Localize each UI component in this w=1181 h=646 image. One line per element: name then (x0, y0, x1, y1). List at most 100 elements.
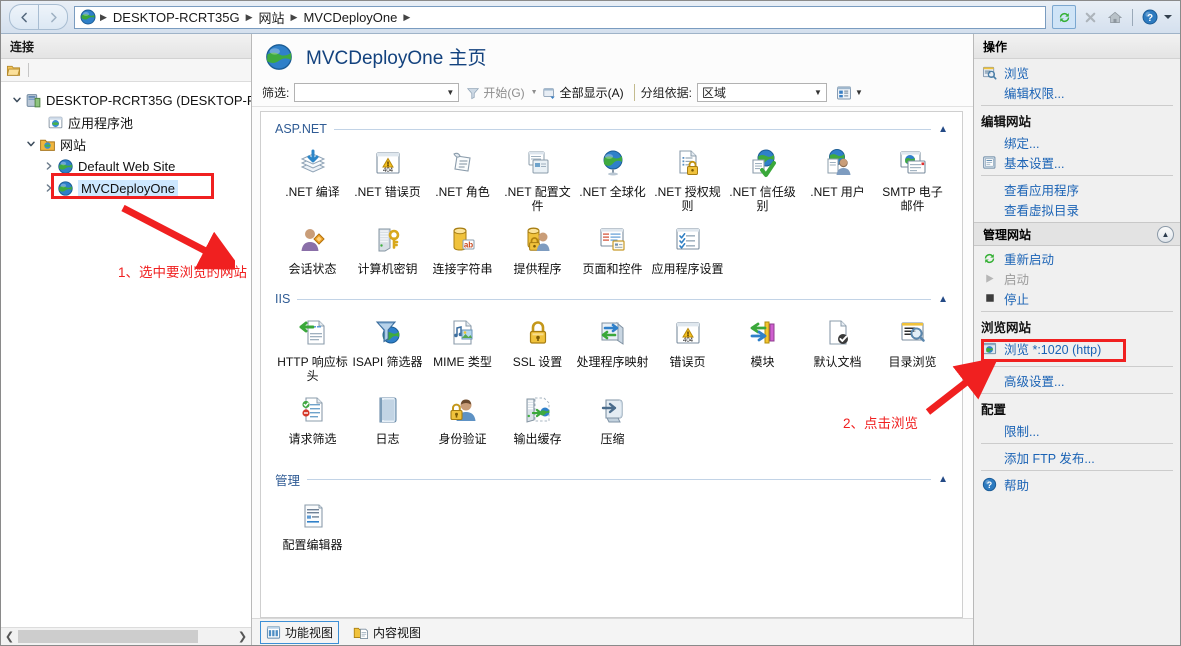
action-browse-site-binding[interactable]: 浏览 *:1020 (http) (974, 338, 1180, 358)
feature-pages-controls[interactable]: 页面和控件 (575, 219, 650, 282)
help-dropdown-arrow[interactable] (1164, 15, 1172, 19)
feature-net-trust-levels[interactable]: .NET 信任级别 (725, 142, 800, 219)
action-basic-settings[interactable]: 基本设置... (974, 152, 1180, 172)
help-button[interactable]: ? (1139, 6, 1161, 28)
feature-net-profile[interactable]: .NET 配置文件 (500, 142, 575, 219)
feature-net-compile[interactable]: .NET 编译 (275, 142, 350, 219)
show-all-icon (543, 87, 555, 99)
feature-label: SSL 设置 (512, 355, 563, 369)
refresh-button[interactable] (1052, 5, 1076, 29)
action-bindings[interactable]: 绑定... (974, 132, 1180, 152)
action-restart[interactable]: 重新启动 (974, 248, 1180, 268)
action-advanced-settings[interactable]: 高级设置... (974, 370, 1180, 390)
collapse-icon[interactable]: ▲ (938, 124, 950, 135)
scroll-right-arrow[interactable]: ❯ (234, 630, 251, 643)
scroll-track[interactable] (18, 629, 234, 644)
feature-net-authorization[interactable]: .NET 授权规则 (650, 142, 725, 219)
action-help[interactable]: ? 帮助 (974, 474, 1180, 494)
scroll-thumb[interactable] (18, 630, 198, 643)
feature-request-filtering[interactable]: 请求筛选 (275, 389, 350, 452)
tree-node-sites[interactable]: 网站 (1, 133, 251, 155)
svg-text:ab: ab (463, 241, 472, 250)
collapse-icon[interactable]: ▲ (938, 474, 950, 485)
forward-button[interactable] (38, 4, 68, 30)
view-mode-button[interactable]: ▼ (836, 85, 863, 101)
feature-handler-mappings[interactable]: 处理程序映射 (575, 312, 650, 389)
home-button[interactable] (1104, 6, 1126, 28)
feature-providers[interactable]: 提供程序 (500, 219, 575, 282)
feature-logging[interactable]: 日志 (350, 389, 425, 452)
tree-node-server[interactable]: DESKTOP-RCRT35G (DESKTOP-RC (1, 89, 251, 111)
expander-icon[interactable] (9, 95, 25, 105)
close-icon (1085, 12, 1095, 22)
tab-features-view[interactable]: 功能视图 (260, 620, 340, 644)
site-globe-icon (58, 158, 73, 174)
feature-net-roles[interactable]: .NET 角色 (425, 142, 500, 219)
feature-compression[interactable]: 压缩 (575, 389, 650, 452)
action-stop[interactable]: 停止 (974, 288, 1180, 308)
open-connection-icon[interactable] (6, 63, 21, 78)
feature-net-error-page[interactable]: 404 .NET 错误页 (350, 142, 425, 219)
feature-net-users[interactable]: .NET 用户 (800, 142, 875, 219)
feature-connection-strings[interactable]: ab 连接字符串 (425, 219, 500, 282)
expander-icon[interactable] (41, 161, 57, 171)
feature-mime-types[interactable]: MIME 类型 (425, 312, 500, 389)
feature-default-document[interactable]: 默认文档 (800, 312, 875, 389)
tree-node-default-web-site[interactable]: Default Web Site (1, 155, 251, 177)
feature-error-pages[interactable]: 404 错误页 (650, 312, 725, 389)
feature-ssl-settings[interactable]: SSL 设置 (500, 312, 575, 389)
scroll-left-arrow[interactable]: ❮ (1, 630, 18, 643)
action-label: 浏览 *:1020 (http) (1004, 342, 1102, 357)
action-label: 限制... (1004, 424, 1040, 439)
action-view-virtual-directories[interactable]: 查看虚拟目录 (974, 199, 1180, 219)
breadcrumb-item-site[interactable]: MVCDeployOne (299, 9, 401, 26)
net-profile-icon (521, 146, 555, 180)
action-add-ftp-publishing[interactable]: 添加 FTP 发布... (974, 447, 1180, 467)
expander-icon[interactable] (41, 183, 57, 193)
feature-output-caching[interactable]: 输出缓存 (500, 389, 575, 452)
action-limits[interactable]: 限制... (974, 420, 1180, 440)
filter-input[interactable]: ▼ (294, 83, 460, 102)
chevron-down-icon (13, 97, 21, 103)
group-by-select[interactable]: 区域 ▼ (696, 83, 827, 102)
collapse-group-button[interactable]: ▲ (1157, 225, 1174, 243)
breadcrumb-item-server[interactable]: DESKTOP-RCRT35G (109, 9, 244, 26)
providers-icon (521, 223, 555, 257)
action-edit-permissions[interactable]: 编辑权限... (974, 82, 1180, 102)
breadcrumb[interactable]: ▶ DESKTOP-RCRT35G ▶ 网站 ▶ MVCDeployOne ▶ (74, 5, 1046, 29)
logging-icon (371, 393, 405, 427)
feature-session-state[interactable]: 会话状态 (275, 219, 350, 282)
back-arrow-icon (20, 12, 27, 22)
feature-net-globalization[interactable]: .NET 全球化 (575, 142, 650, 219)
feature-modules[interactable]: 模块 (725, 312, 800, 389)
tree-node-mvcdeployone[interactable]: MVCDeployOne (1, 177, 251, 199)
feature-http-response-headers[interactable]: HTTP 响应标头 (275, 312, 350, 389)
stop-button[interactable] (1079, 6, 1101, 28)
modules-icon (746, 316, 780, 350)
feature-label: 连接字符串 (432, 262, 493, 276)
back-button[interactable] (9, 4, 38, 30)
compression-icon (596, 393, 630, 427)
feature-authentication[interactable]: 身份验证 (425, 389, 500, 452)
feature-machine-key[interactable]: 计算机密钥 (350, 219, 425, 282)
show-all-button[interactable]: 全部显示(A) (542, 84, 624, 101)
expander-icon[interactable] (23, 139, 39, 149)
section-name: IIS (275, 292, 291, 306)
collapse-icon[interactable]: ▲ (938, 294, 950, 305)
filter-start-button[interactable]: 开始(G) ▼ (466, 84, 538, 101)
breadcrumb-item-sites[interactable]: 网站 (255, 7, 289, 28)
connections-hscrollbar[interactable]: ❮ ❯ (1, 627, 251, 645)
toolbar-divider (28, 63, 29, 77)
feature-smtp-email[interactable]: SMTP 电子邮件 (875, 142, 950, 219)
tab-content-view[interactable]: 内容视图 (348, 622, 426, 643)
feature-isapi-filters[interactable]: ISAPI 筛选器 (350, 312, 425, 389)
tree-node-app-pools[interactable]: 应用程序池 (1, 111, 251, 133)
feature-configuration-editor[interactable]: 配置编辑器 (275, 495, 350, 558)
feature-directory-browsing[interactable]: 目录浏览 (875, 312, 950, 389)
grid-view-icon (837, 86, 851, 99)
action-browse[interactable]: 浏览 (974, 62, 1180, 82)
feature-application-settings[interactable]: 应用程序设置 (650, 219, 725, 282)
action-view-applications[interactable]: 查看应用程序 (974, 179, 1180, 199)
